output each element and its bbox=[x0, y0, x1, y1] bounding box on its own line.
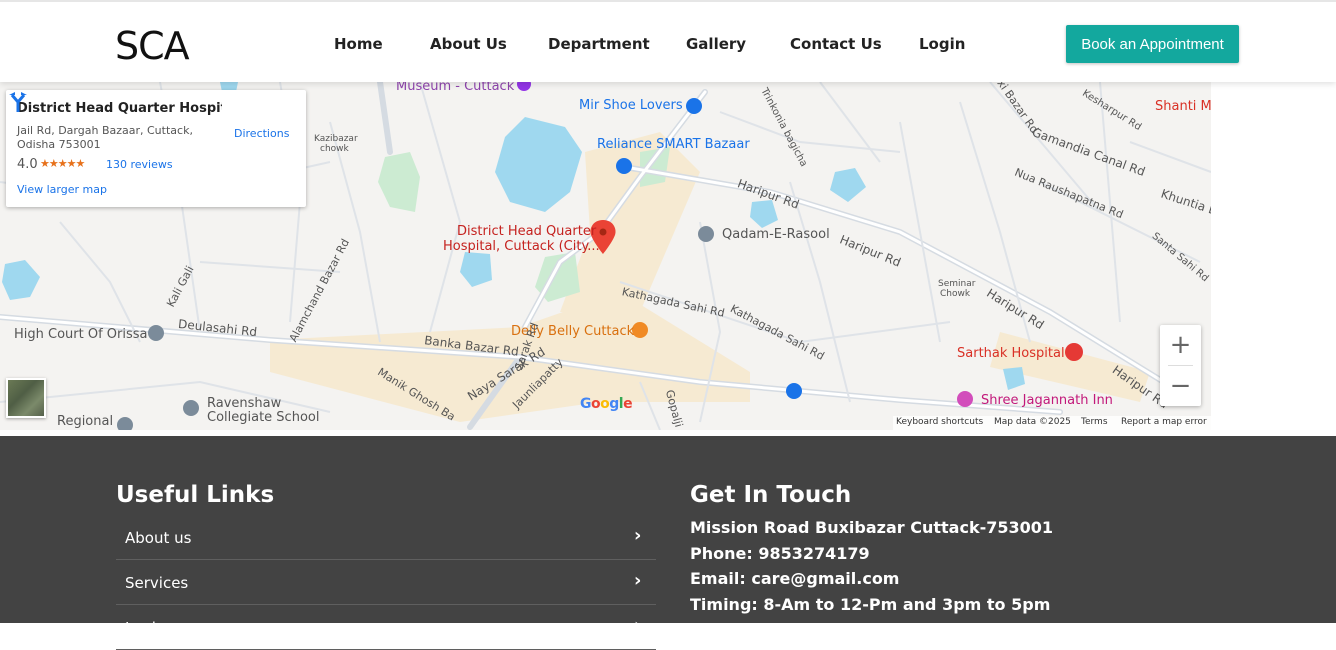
marker-label-line2[interactable]: Hospital, Cuttack (City... bbox=[443, 239, 600, 254]
place-address: Jail Rd, Dargah Bazaar, Cuttack, Odisha … bbox=[17, 124, 193, 151]
view-larger-map-link[interactable]: View larger map bbox=[17, 183, 107, 196]
place-rating: 4.0 bbox=[17, 157, 38, 172]
terms-link[interactable]: Terms bbox=[1081, 417, 1108, 427]
contact-timing: Timing: 8-Am to 12-Pm and 3pm to 5pm bbox=[690, 595, 1051, 614]
rating-stars-icon: ★★★★★ bbox=[40, 157, 85, 170]
get-in-touch-heading: Get In Touch bbox=[690, 482, 852, 508]
place-high-court[interactable]: High Court Of Orissa bbox=[14, 327, 148, 342]
useful-link-label[interactable]: Services bbox=[125, 574, 188, 592]
place-qadam-e-rasool[interactable]: Qadam-E-Rasool bbox=[722, 227, 830, 242]
chevron-right-icon: › bbox=[634, 615, 642, 636]
nav-about-us[interactable]: About Us bbox=[430, 35, 507, 53]
nav-department[interactable]: Department bbox=[548, 35, 650, 53]
place-sarthak-hospital[interactable]: Sarthak Hospital bbox=[957, 346, 1065, 361]
map-attribution-bar: Keyboard shortcuts Map data ©2025 Terms … bbox=[893, 416, 1211, 430]
zoom-out-button[interactable]: − bbox=[1160, 366, 1201, 406]
useful-link-login[interactable]: Login › bbox=[116, 605, 656, 650]
directions-link[interactable]: Directions bbox=[234, 127, 289, 140]
place-kazibazar-line2: chowk bbox=[320, 144, 349, 154]
chevron-right-icon: › bbox=[634, 570, 642, 591]
place-shanti[interactable]: Shanti M bbox=[1155, 99, 1211, 114]
book-appointment-button[interactable]: Book an Appointment bbox=[1066, 25, 1239, 63]
useful-links-list: About us › Services › Login › bbox=[116, 515, 656, 650]
place-museum[interactable]: Museum - Cuttack bbox=[396, 82, 514, 94]
place-seminar-line1: Seminar bbox=[938, 279, 976, 289]
contact-phone: Phone: 9853274179 bbox=[690, 544, 870, 563]
place-ravenshaw-line2[interactable]: Collegiate School bbox=[207, 410, 319, 425]
nav-contact-us[interactable]: Contact Us bbox=[790, 35, 882, 53]
useful-link-label[interactable]: About us bbox=[125, 529, 191, 547]
place-kazibazar-line1: Kazibazar bbox=[314, 134, 358, 144]
useful-links-heading: Useful Links bbox=[116, 482, 275, 508]
reviews-link[interactable]: 130 reviews bbox=[106, 158, 173, 171]
useful-link-label[interactable]: Login bbox=[125, 619, 165, 637]
place-name: District Head Quarter Hospital... bbox=[17, 101, 222, 116]
directions-icon[interactable] bbox=[6, 90, 30, 114]
nav-login[interactable]: Login bbox=[919, 35, 965, 53]
google-logo: Google bbox=[580, 396, 633, 412]
map-data-label: Map data ©2025 bbox=[994, 417, 1071, 427]
zoom-controls: + − bbox=[1160, 325, 1201, 406]
marker-label-line1[interactable]: District Head Quarter bbox=[457, 224, 596, 239]
keyboard-shortcuts-link[interactable]: Keyboard shortcuts bbox=[896, 417, 983, 427]
useful-link-services[interactable]: Services › bbox=[116, 560, 656, 605]
place-shree-jagannath-inn[interactable]: Shree Jagannath Inn bbox=[981, 393, 1113, 408]
zoom-in-button[interactable]: + bbox=[1160, 325, 1201, 365]
contact-email: Email: care@gmail.com bbox=[690, 569, 900, 588]
place-regional[interactable]: Regional bbox=[57, 414, 113, 429]
embedded-map[interactable]: Museum - Cuttack Mir Shoe Lovers Relianc… bbox=[0, 82, 1211, 430]
contact-address: Mission Road Buxibazar Cuttack-753001 bbox=[690, 518, 1054, 537]
place-ravenshaw-line1[interactable]: Ravenshaw bbox=[207, 396, 281, 411]
nav-gallery[interactable]: Gallery bbox=[686, 35, 746, 53]
place-info-card: District Head Quarter Hospital... Jail R… bbox=[6, 90, 306, 207]
place-reliance-smart-bazaar[interactable]: Reliance SMART Bazaar bbox=[597, 137, 750, 152]
site-footer: Useful Links About us › Services › Login… bbox=[0, 436, 1336, 650]
nav-home[interactable]: Home bbox=[334, 35, 383, 53]
satellite-toggle[interactable] bbox=[6, 378, 46, 418]
useful-link-about-us[interactable]: About us › bbox=[116, 515, 656, 560]
report-map-error-link[interactable]: Report a map error bbox=[1121, 417, 1207, 427]
chevron-right-icon: › bbox=[634, 525, 642, 546]
place-mir-shoe-lovers[interactable]: Mir Shoe Lovers bbox=[579, 98, 683, 113]
place-seminar-line2: Chowk bbox=[940, 289, 971, 299]
top-navbar: SCA Home About Us Department Gallery Con… bbox=[0, 0, 1336, 82]
